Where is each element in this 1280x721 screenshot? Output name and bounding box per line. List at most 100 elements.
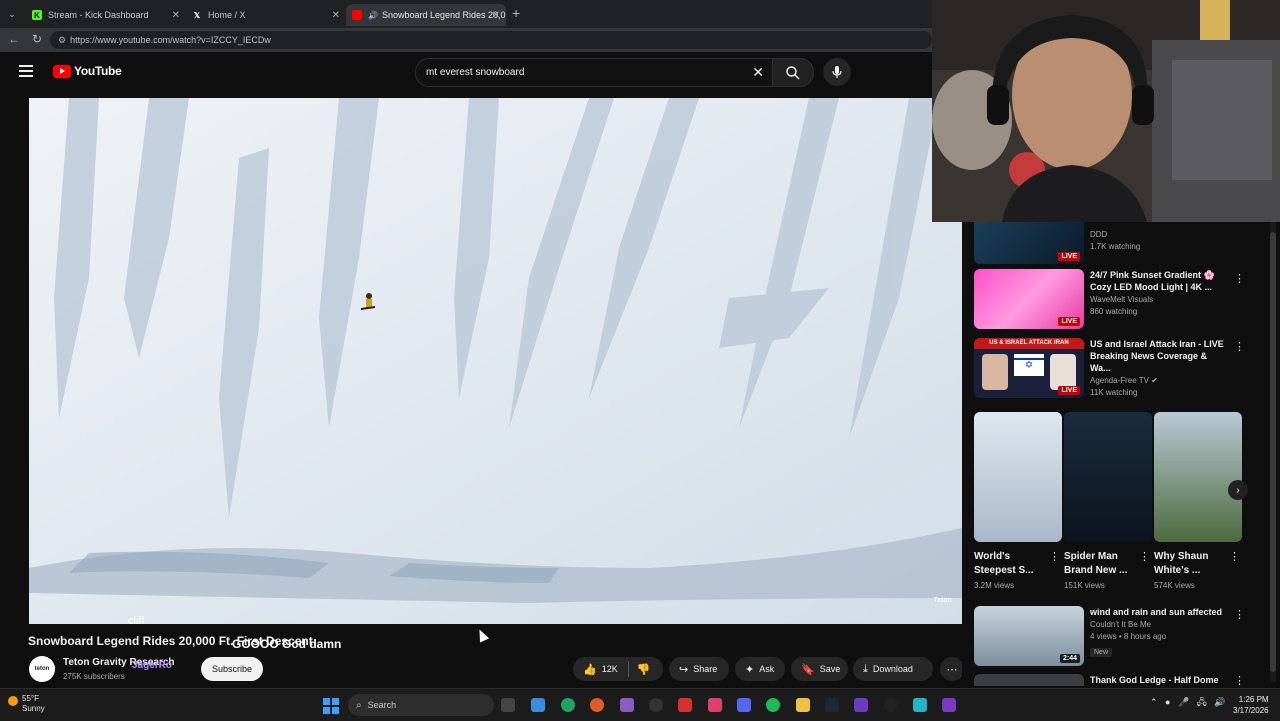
recommendations-sidebar: LIVE DDD 1.7K watching LIVE 24/7 Pink Su… xyxy=(962,222,1280,686)
app-icon[interactable] xyxy=(913,698,927,712)
video-title[interactable]: 24/7 Pink Sunset Gradient 🌸 Cozy LED Moo… xyxy=(1090,269,1230,293)
voice-search-button[interactable] xyxy=(823,58,851,86)
channel-avatar[interactable]: teton xyxy=(29,656,55,682)
more-actions-icon[interactable]: ⋯ xyxy=(940,657,964,681)
more-options-icon[interactable]: ⋮ xyxy=(1234,674,1245,686)
address-bar[interactable]: ⚙ https://www.youtube.com/watch?v=IZCCY_… xyxy=(50,31,932,49)
sparkle-icon: ✦ xyxy=(745,663,755,676)
short-item[interactable]: World's Steepest S... 3.2M views ⋮ xyxy=(974,412,1062,590)
video-title[interactable]: US and Israel Attack Iran - LIVE Breakin… xyxy=(1090,338,1230,374)
subscribe-button[interactable]: Subscribe xyxy=(201,657,263,681)
video-thumbnail[interactable]: US & ISRAEL ATTACK IRAN ✡ LIVE xyxy=(974,338,1084,398)
tab-close-icon[interactable]: ✕ xyxy=(172,10,180,21)
tab-kick-dashboard[interactable]: K Stream - Kick Dashboard ✕ xyxy=(26,4,186,26)
windows-start-icon[interactable] xyxy=(323,698,339,714)
video-thumbnail[interactable]: LIVE xyxy=(974,269,1084,329)
scrollbar-thumb[interactable] xyxy=(1270,232,1276,672)
video-player[interactable]: Teton xyxy=(29,98,962,624)
recommendation-item[interactable]: US & ISRAEL ATTACK IRAN ✡ LIVE US and Is… xyxy=(974,338,1230,398)
obs-icon[interactable] xyxy=(649,698,663,712)
recommendation-item[interactable]: Thank God Ledge - Half Dome xyxy=(974,674,1230,686)
back-icon[interactable]: ← xyxy=(8,32,20,46)
short-title[interactable]: World's Steepest S... xyxy=(974,550,1046,578)
ask-button[interactable]: ✦ Ask xyxy=(735,657,785,681)
youtube-icon xyxy=(352,10,362,20)
tab-list-menu-button[interactable]: ⌄ xyxy=(4,6,20,22)
clock[interactable]: 1:26 PM 3/17/2026 xyxy=(1233,694,1269,716)
site-info-icon[interactable]: ⚙ xyxy=(58,35,66,46)
speaker-icon: 🔊 xyxy=(368,10,378,20)
more-options-icon[interactable]: ⋮ xyxy=(1234,608,1245,621)
video-title[interactable]: Thank God Ledge - Half Dome xyxy=(1090,674,1230,686)
more-options-icon[interactable]: ⋮ xyxy=(1049,550,1060,563)
like-icon[interactable]: 👍 xyxy=(583,663,597,676)
overlay-chat-user: JagerRo xyxy=(132,660,173,671)
more-options-icon[interactable]: ⋮ xyxy=(1234,340,1245,353)
youtube-logo[interactable]: YouTube xyxy=(53,64,122,78)
short-title[interactable]: Why Shaun White's ... xyxy=(1154,550,1226,578)
short-thumbnail[interactable] xyxy=(1154,412,1242,542)
app-icon[interactable] xyxy=(620,698,634,712)
recommendation-item[interactable]: LIVE 24/7 Pink Sunset Gradient 🌸 Cozy LE… xyxy=(974,269,1230,329)
short-title[interactable]: Spider Man Brand New ... xyxy=(1064,550,1136,578)
download-button[interactable]: ⤓ Download xyxy=(853,657,933,681)
video-thumbnail[interactable]: 2:44 xyxy=(974,606,1084,666)
short-thumbnail[interactable] xyxy=(1064,412,1152,542)
short-thumbnail[interactable] xyxy=(974,412,1062,542)
reload-icon[interactable]: ↻ xyxy=(32,32,42,46)
short-item[interactable]: Spider Man Brand New ... 151K views ⋮ xyxy=(1064,412,1152,590)
video-thumbnail[interactable]: LIVE xyxy=(974,222,1084,264)
tab-close-icon[interactable]: ✕ xyxy=(492,10,500,21)
more-options-icon[interactable]: ⋮ xyxy=(1229,550,1240,563)
recommendation-item[interactable]: 2:44 wind and rain and sun affected Coul… xyxy=(974,606,1230,666)
task-view-icon[interactable] xyxy=(501,698,515,712)
live-badge: LIVE xyxy=(1058,386,1080,395)
spotify-icon[interactable] xyxy=(766,698,780,712)
app-icon[interactable] xyxy=(854,698,868,712)
taskbar-search[interactable]: ⌕ Search xyxy=(348,694,494,716)
app-icon[interactable] xyxy=(942,698,956,712)
video-title[interactable]: wind and rain and sun affected xyxy=(1090,606,1230,618)
live-badge: LIVE xyxy=(1058,252,1080,261)
ask-label: Ask xyxy=(759,664,775,674)
tab-home-x[interactable]: 𝕏 Home / X ✕ xyxy=(186,4,346,26)
system-tray[interactable]: ⌃ ● 🎤 🖧 🔊 xyxy=(1150,695,1225,711)
menu-icon[interactable] xyxy=(19,65,33,77)
discord-icon[interactable] xyxy=(737,698,751,712)
sidebar-scrollbar[interactable] xyxy=(1270,222,1276,682)
tab-close-icon[interactable]: ✕ xyxy=(332,10,340,21)
clock-time: 1:26 PM xyxy=(1238,695,1269,704)
chrome-icon[interactable] xyxy=(561,698,575,712)
app-icon[interactable] xyxy=(531,698,545,712)
channel-name-text: Agenda-Free TV xyxy=(1090,376,1149,385)
clear-search-icon[interactable]: ✕ xyxy=(752,64,764,81)
short-item[interactable]: Why Shaun White's ... 574K views ⋮ xyxy=(1154,412,1242,590)
more-options-icon[interactable]: ⋮ xyxy=(1234,272,1245,285)
app-icon[interactable] xyxy=(884,698,898,712)
search-input[interactable]: mt everest snowboard ✕ xyxy=(415,58,773,87)
weather-widget[interactable]: 55°F Sunny xyxy=(22,694,45,714)
channel-name[interactable]: Agenda-Free TV ✔ xyxy=(1090,376,1230,385)
url-text: https://www.youtube.com/watch?v=IZCCY_IE… xyxy=(70,35,271,45)
dislike-icon[interactable]: 👎 xyxy=(637,663,651,676)
share-button[interactable]: ↪ Share xyxy=(669,657,729,681)
steam-icon[interactable] xyxy=(825,698,839,712)
new-tab-button[interactable]: + xyxy=(512,5,520,21)
recommendation-item[interactable]: LIVE DDD 1.7K watching xyxy=(974,222,1230,264)
more-options-icon[interactable]: ⋮ xyxy=(1139,550,1150,563)
tab-youtube-video[interactable]: 🔊 Snowboard Legend Rides 20,0 ✕ xyxy=(346,4,506,26)
shorts-next-icon[interactable]: › xyxy=(1228,480,1248,500)
tab-label: Stream - Kick Dashboard xyxy=(48,10,149,20)
firefox-icon[interactable] xyxy=(590,698,604,712)
channel-name[interactable]: WaveMelt Visuals xyxy=(1090,295,1230,304)
channel-name[interactable]: Couldn't It Be Me xyxy=(1090,620,1230,629)
music-icon[interactable] xyxy=(708,698,722,712)
search-button[interactable] xyxy=(772,58,814,87)
like-count[interactable]: 12K xyxy=(602,664,618,674)
folder-icon[interactable] xyxy=(796,698,810,712)
video-thumbnail[interactable] xyxy=(974,674,1084,686)
save-button[interactable]: 🔖 Save xyxy=(791,657,848,681)
channel-name[interactable]: DDD xyxy=(1090,230,1230,239)
share-icon: ↪ xyxy=(679,663,689,676)
app-icon[interactable] xyxy=(678,698,692,712)
